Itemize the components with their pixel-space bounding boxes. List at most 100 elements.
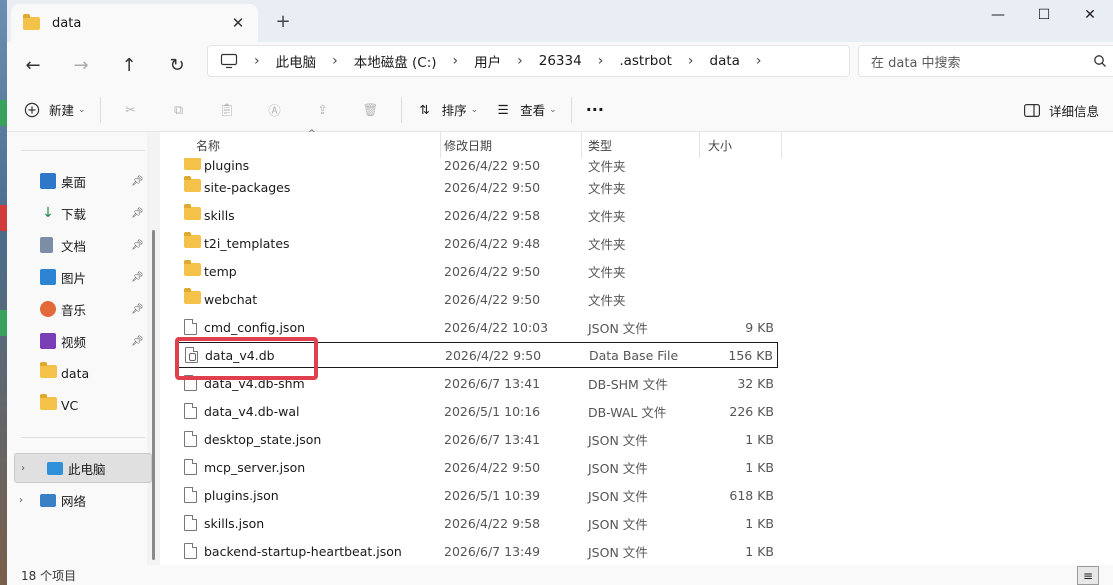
file-row[interactable]: skills 2026/4/22 9:58 文件夹	[178, 202, 778, 228]
pin-icon[interactable]: 📌︎	[131, 304, 144, 315]
chevron-right-icon[interactable]: ›	[19, 495, 23, 506]
close-window-button[interactable]: ✕	[1067, 0, 1113, 30]
cut-button[interactable]: ✂	[107, 94, 155, 126]
search-icon	[1094, 55, 1106, 67]
sidebar-item-videos[interactable]: 视频 📌︎	[7, 326, 147, 356]
breadcrumb-data[interactable]: data	[710, 53, 740, 69]
desktop-background-strip	[0, 0, 7, 585]
search-box[interactable]: 在 data 中搜索	[858, 45, 1113, 77]
file-name: data_v4.db	[205, 347, 275, 363]
share-button[interactable]: ⇪	[299, 94, 347, 126]
forward-button[interactable]: →	[65, 50, 97, 80]
sidebar-divider	[21, 437, 145, 438]
pin-icon[interactable]: 📌︎	[131, 176, 144, 187]
details-pane-label: 详细信息	[1048, 103, 1099, 119]
file-row[interactable]: temp 2026/4/22 9:50 文件夹	[178, 258, 778, 284]
pictures-icon	[40, 269, 56, 285]
file-icon	[184, 431, 202, 447]
new-button[interactable]: 新建 ⌄	[15, 94, 94, 126]
file-name: t2i_templates	[204, 235, 290, 251]
file-name: skills	[204, 207, 235, 223]
search-input[interactable]: 在 data 中搜索	[871, 52, 1093, 71]
sidebar-item-vc[interactable]: VC	[7, 390, 147, 420]
close-tab-icon[interactable]: ✕	[228, 14, 248, 32]
file-size: 618 KB	[729, 487, 774, 503]
computer-icon	[220, 53, 238, 69]
breadcrumb-astrbot[interactable]: .astrbot	[619, 53, 672, 69]
sidebar-item-pictures[interactable]: 图片 📌︎	[7, 262, 147, 292]
refresh-button[interactable]: ↻	[161, 50, 193, 80]
tab-data[interactable]: data ✕	[11, 4, 258, 42]
file-row[interactable]: data_v4.db-shm 2026/6/7 13:41 DB-SHM 文件 32 …	[178, 370, 778, 396]
network-icon	[40, 493, 56, 507]
file-row[interactable]: webchat 2026/4/22 9:50 文件夹	[178, 286, 778, 312]
file-icon	[184, 487, 202, 503]
breadcrumb-chevron-icon[interactable]: ›	[756, 53, 762, 69]
file-row[interactable]: plugins.json 2026/5/1 10:39 JSON 文件 618 KB	[178, 482, 778, 508]
sidebar-item-data[interactable]: data	[7, 358, 147, 388]
file-row[interactable]: backend-startup-heartbeat.json 2026/6/7 1…	[178, 538, 778, 564]
chevron-right-icon[interactable]: ›	[21, 463, 25, 474]
file-type: JSON 文件	[588, 516, 648, 532]
file-row[interactable]: skills.json 2026/4/22 9:58 JSON 文件 1 KB	[178, 510, 778, 536]
list-view-icon: ≡	[1082, 568, 1094, 583]
file-row[interactable]: desktop_state.json 2026/6/7 13:41 JSON 文件 1…	[178, 426, 778, 452]
file-size: 1 KB	[745, 515, 774, 531]
sidebar-item-label: 图片	[61, 270, 87, 286]
database-file-icon	[185, 347, 203, 363]
column-date[interactable]: 修改日期	[436, 132, 582, 158]
breadcrumb-users[interactable]: 用户	[474, 51, 501, 71]
file-type: 文件夹	[588, 180, 626, 196]
sidebar-scrollbar[interactable]	[152, 230, 155, 560]
breadcrumb-separator: ›	[687, 53, 694, 69]
sidebar-item-downloads[interactable]: ↓ 下载 📌︎	[7, 198, 147, 228]
file-date: 2026/5/1 10:39	[444, 487, 541, 503]
folder-icon	[184, 232, 202, 251]
column-type[interactable]: 类型	[580, 132, 700, 158]
file-row[interactable]: site-packages 2026/4/22 9:50 文件夹	[178, 174, 778, 200]
minimize-button[interactable]: —	[975, 0, 1021, 30]
address-bar[interactable]: › 此电脑 › 本地磁盘 (C:) › 用户 › 26334 › .astrbo…	[207, 45, 850, 77]
back-button[interactable]: ←	[17, 50, 49, 80]
more-options-button[interactable]: ···	[578, 94, 612, 126]
sidebar-item-network[interactable]: › 网络	[7, 485, 147, 515]
pin-icon[interactable]: 📌︎	[131, 336, 144, 347]
file-name: desktop_state.json	[204, 431, 322, 447]
breadcrumb-separator: ›	[452, 53, 459, 69]
sidebar-item-this-pc[interactable]: › 此电脑	[14, 453, 152, 483]
file-name: plugins	[204, 157, 250, 173]
new-tab-button[interactable]: +	[269, 10, 297, 34]
pin-icon[interactable]: 📌︎	[131, 240, 144, 251]
folder-icon	[40, 394, 57, 413]
view-button[interactable]: ☰ 查看 ⌄	[486, 94, 565, 126]
file-row[interactable]: cmd_config.json 2026/4/22 10:03 JSON 文件 9 K…	[178, 314, 778, 340]
breadcrumb-this-pc[interactable]: 此电脑	[276, 51, 317, 71]
file-date: 2026/4/22 9:50	[444, 291, 541, 307]
details-view-toggle[interactable]: ≡	[1077, 566, 1099, 585]
details-pane-button[interactable]: 详细信息	[1015, 94, 1107, 126]
file-date: 2026/6/7 13:41	[444, 375, 541, 391]
file-type: JSON 文件	[588, 320, 648, 336]
sidebar-item-documents[interactable]: 文档 📌︎	[7, 230, 147, 260]
delete-button[interactable]: 🗑︎	[347, 94, 395, 126]
file-type: DB-WAL 文件	[588, 404, 667, 420]
file-row[interactable]: data_v4.db-wal 2026/5/1 10:16 DB-WAL 文件 226…	[178, 398, 778, 424]
breadcrumb-user[interactable]: 26334	[539, 53, 582, 69]
copy-button[interactable]: ⧉	[155, 94, 203, 126]
maximize-button[interactable]: ☐	[1021, 0, 1067, 30]
file-row[interactable]: mcp_server.json 2026/4/22 9:50 JSON 文件 1 KB	[178, 454, 778, 480]
sort-button[interactable]: ⇅ 排序 ⌄	[408, 94, 487, 126]
up-button[interactable]: ↑	[113, 50, 145, 80]
rename-button[interactable]: Ⓐ	[251, 94, 299, 126]
pin-icon[interactable]: 📌︎	[131, 208, 144, 219]
navigation-pane: 桌面 📌︎ ↓ 下载 📌︎ 文档 📌︎ 图片 📌︎ 音乐 📌︎ 视频 📌︎ da…	[7, 132, 152, 565]
sidebar-item-music[interactable]: 音乐 📌︎	[7, 294, 147, 324]
pin-icon[interactable]: 📌︎	[131, 272, 144, 283]
column-size[interactable]: 大小	[700, 132, 782, 158]
sidebar-item-desktop[interactable]: 桌面 📌︎	[7, 166, 147, 196]
sidebar-item-label: 视频	[61, 334, 87, 350]
paste-button[interactable]: 📋︎	[203, 94, 251, 126]
file-row[interactable]: data_v4.db 2026/4/22 9:50 Data Base File 15…	[178, 342, 778, 368]
breadcrumb-local-disk[interactable]: 本地磁盘 (C:)	[354, 51, 437, 71]
file-row[interactable]: t2i_templates 2026/4/22 9:48 文件夹	[178, 230, 778, 256]
